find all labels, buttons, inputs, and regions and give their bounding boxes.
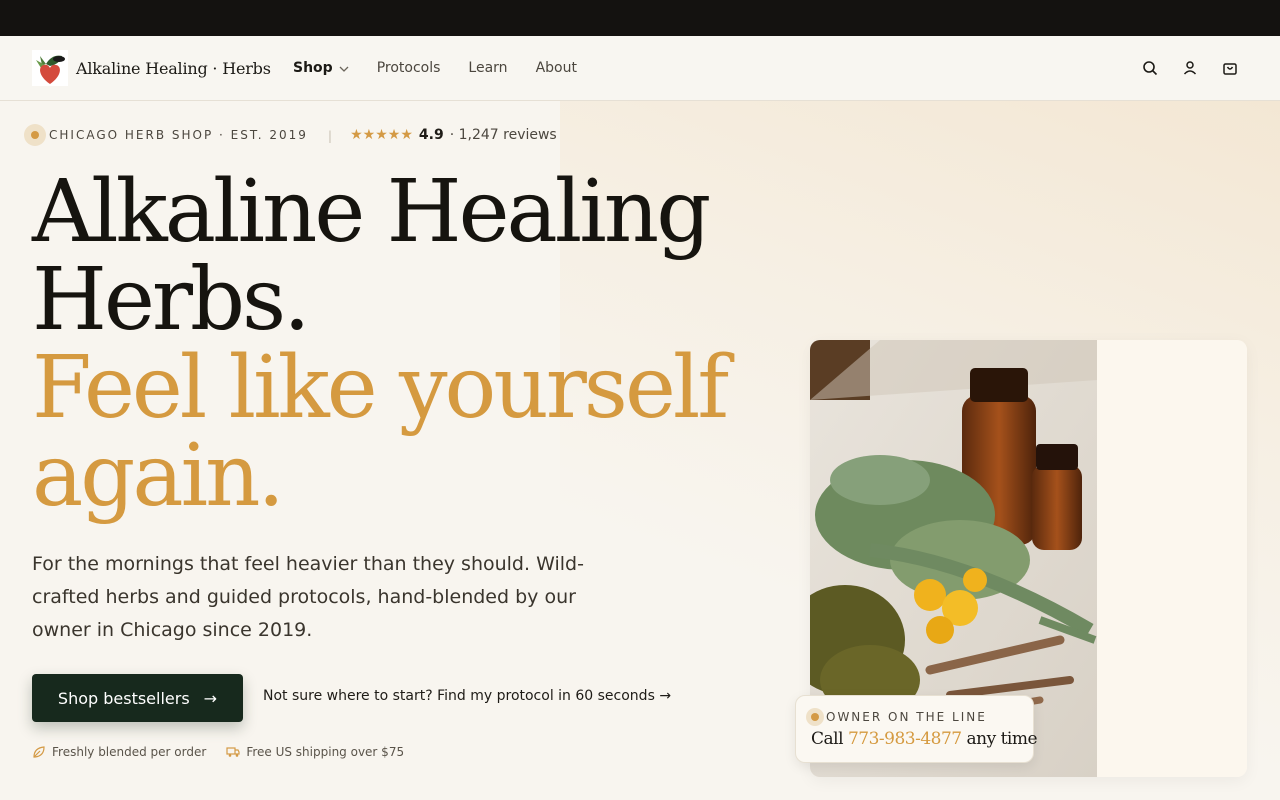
- header-actions: [1120, 36, 1240, 100]
- nav-item-label: About: [535, 60, 577, 76]
- star-rating-icon: ★★★★★: [350, 127, 413, 143]
- search-icon[interactable]: [1140, 58, 1160, 78]
- owner-call-card[interactable]: OWNER ON THE LINE Call 773-983-4877 any …: [795, 695, 1038, 763]
- nav-item-label: Protocols: [376, 60, 441, 76]
- primary-nav: Shop Protocols Learn About: [293, 36, 605, 100]
- perk-label: Freshly blended per order: [52, 745, 207, 759]
- headline-line: Herbs.: [32, 250, 311, 350]
- cart-icon[interactable]: [1220, 58, 1240, 78]
- brand-name: Alkaline Healing · Herbs: [76, 58, 271, 78]
- perk-item: Freshly blended per order: [32, 745, 206, 759]
- hero-description: For the mornings that feel heavier than …: [32, 553, 584, 641]
- perks-list: Freshly blended per order Free US shippi…: [32, 745, 424, 759]
- owner-label: OWNER ON THE LINE: [806, 708, 987, 726]
- hero-headline: Alkaline Healing Herbs. Feel like yourse…: [32, 168, 732, 520]
- perk-label: Free US shipping over $75: [246, 745, 405, 759]
- perk-item: Free US shipping over $75: [226, 745, 404, 759]
- status-dot-icon: [806, 708, 824, 726]
- review-count[interactable]: · 1,247 reviews: [450, 127, 557, 143]
- nav-item-shop[interactable]: Shop: [293, 60, 349, 76]
- call-suffix: any time: [966, 729, 1038, 749]
- headline-accent-line: again.: [32, 426, 285, 526]
- nav-item-learn[interactable]: Learn: [468, 60, 507, 76]
- headline-line: Alkaline Healing: [32, 162, 711, 262]
- nav-item-protocols[interactable]: Protocols: [377, 60, 441, 76]
- nav-item-label: Learn: [468, 60, 508, 76]
- arrow-right-icon: →: [203, 688, 218, 708]
- divider: |: [327, 127, 333, 143]
- nav-item-label: Shop: [293, 60, 333, 76]
- protocol-quiz-link[interactable]: Not sure where to start? Find my protoco…: [263, 688, 671, 704]
- call-prefix: Call: [811, 729, 844, 749]
- shop-tagline: CHICAGO HERB SHOP · EST. 2019: [49, 128, 308, 142]
- owner-call-line: Call 773-983-4877 any time: [811, 729, 1038, 749]
- leaf-icon: [32, 745, 46, 759]
- hero-eyebrow: CHICAGO HERB SHOP · EST. 2019 | ★★★★★ 4.…: [24, 124, 557, 146]
- site-header: Alkaline Healing · Herbs Shop Protocols …: [0, 36, 1280, 101]
- announcement-bar: [0, 0, 1280, 36]
- phone-link[interactable]: 773-983-4877: [848, 729, 962, 749]
- account-icon[interactable]: [1180, 58, 1200, 78]
- nav-item-about[interactable]: About: [536, 60, 577, 76]
- heart-herb-icon: [32, 50, 68, 86]
- brand-logo[interactable]: Alkaline Healing · Herbs: [32, 50, 271, 86]
- chevron-down-icon: [339, 60, 349, 76]
- headline-accent-line: Feel like yourself: [32, 338, 729, 438]
- shop-bestsellers-button[interactable]: Shop bestsellers →: [32, 674, 243, 722]
- status-dot-icon: [24, 124, 46, 146]
- truck-icon: [226, 745, 240, 759]
- rating-value: 4.9: [418, 127, 444, 143]
- owner-label-text: OWNER ON THE LINE: [826, 710, 987, 724]
- button-label: Shop bestsellers: [57, 688, 190, 708]
- photo-card-panel: [1097, 340, 1247, 777]
